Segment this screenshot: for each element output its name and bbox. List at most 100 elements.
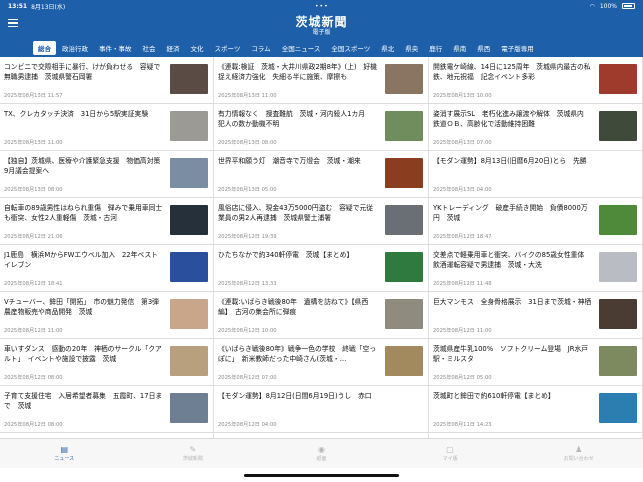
news-title: J1鹿島 横浜MからFWエウベル加入 22年ベストイレブン <box>4 251 158 269</box>
newspaper-icon: ▤ <box>60 445 69 454</box>
news-thumbnail <box>599 346 637 376</box>
status-right: ◠ 100% <box>590 3 635 10</box>
news-title: 自転車の89歳男性はねられ重傷 弾みで乗用車同士も衝突、女性2人重軽傷 茨城・古… <box>4 204 163 222</box>
tabbar-item-0[interactable]: ▤ ニュース <box>14 445 114 462</box>
news-date: 2025年08月12日 04:00 <box>218 422 277 428</box>
news-card[interactable]: ひたちなかで約340軒停電 茨城【まとめ】 2025年08月12日 13:33 <box>214 245 429 291</box>
news-date: 2025年08月13日 07:00 <box>433 140 492 146</box>
tabbar-item-3[interactable]: ▢ マイ版 <box>400 445 500 462</box>
tab-7[interactable]: コラム <box>246 41 275 55</box>
news-title: Vチューバー、鉾田「開拓」 市の魅力発信 第3弾 農産物販売や商品開発 茨城 <box>4 298 164 316</box>
news-title: 茨城県産牛乳100% ソフトクリーム登場 JR水戸駅・ミルスタ <box>433 345 589 363</box>
news-title: 《連載:いばらき戦後80年 遺構を訪ねて》【県西編】 古河の集会所に弾痕 <box>218 298 369 316</box>
tabbar-item-1[interactable]: ✎ 茨城新聞 <box>143 445 243 462</box>
tabbar-label: ニュース <box>54 456 75 462</box>
news-title: YKトレーディング 破産手続き開始 負債8000万円 茨城 <box>433 204 588 222</box>
news-card[interactable]: 《いばらき戦後80年》戦争一色の学校 終戦「空っぽに」 新米教師だった中崎さん(… <box>214 339 429 385</box>
tabbar-label: お問い合わせ <box>563 456 594 462</box>
tab-5[interactable]: 文化 <box>186 41 209 55</box>
tabbar-item-4[interactable]: ♟ お問い合わせ <box>529 445 629 462</box>
news-card[interactable]: 茨城町と鉾田で約610軒停電【まとめ】 2025年08月11日 14:23 <box>429 386 643 432</box>
news-title: TX、クレカタッチ決済 31日から5駅実証実験 <box>4 110 149 118</box>
news-title: 《連載:検証 茨城・大井川県政2期8年》(上) 好機捉え経済力強化 失細る半に施… <box>218 63 377 81</box>
news-card[interactable]: 有力情報なく 捜査難航 茨城・河内殺人1カ月 犯人の数か動機不明 2025年08月… <box>214 104 429 150</box>
tab-11[interactable]: 県央 <box>400 41 423 55</box>
news-card[interactable]: 自転車の89歳男性はねられ重傷 弾みで乗用車同士も衝突、女性2人重軽傷 茨城・古… <box>0 198 214 244</box>
news-card[interactable]: 世界平和願う灯 潮音寺で万燈会 茨城・潮来 2025年08月13日 05:00 <box>214 151 429 197</box>
tab-3[interactable]: 社会 <box>138 41 161 55</box>
news-card[interactable]: 《連載:いばらき戦後80年 遺構を訪ねて》【県西編】 古河の集会所に弾痕 2025… <box>214 292 429 338</box>
tab-8[interactable]: 全国ニュース <box>277 41 326 55</box>
news-date: 2025年08月13日 11:00 <box>218 93 277 99</box>
news-date: 2025年08月12日 21:06 <box>4 234 63 240</box>
news-thumbnail <box>170 393 208 423</box>
tabbar-item-2[interactable]: ◉ 紙面 <box>271 445 371 462</box>
news-card[interactable]: 開鉄電ケ崎線、14日に125周年 茨城県内最古の私鉄、地元祝福 記念イベント多彩… <box>429 57 643 103</box>
news-date: 2025年08月12日 18:47 <box>433 234 492 240</box>
news-card[interactable]: 《連載:検証 茨城・大井川県政2期8年》(上) 好機捉え経済力強化 失細る半に施… <box>214 57 429 103</box>
app-subtitle: 電子版 <box>312 29 331 36</box>
wifi-icon: ◠ <box>589 2 595 10</box>
news-thumbnail <box>599 111 637 141</box>
tab-1[interactable]: 政治行政 <box>57 41 93 55</box>
news-thumbnail <box>170 111 208 141</box>
battery-icon <box>622 3 635 9</box>
tab-15[interactable]: 電子版専用 <box>496 41 539 55</box>
news-date: 2025年08月13日 08:00 <box>218 140 277 146</box>
news-card[interactable]: 【モダン運勢】8月12日(日間6月19日)うし 赤口 2025年08月12日 04… <box>214 386 429 432</box>
tab-13[interactable]: 県南 <box>448 41 471 55</box>
news-title: 風俗店に侵入、現金43万5000円盗む 容疑で元従業員の男2人再逮捕 茨城県警土… <box>218 204 374 222</box>
logo-icon: ◉ <box>317 445 325 454</box>
news-title: 姿消す展示SL 老朽化進み譲渡や解体 茨城県内 鉄道ＯＢ、高齢化で活動維持困難 <box>433 110 591 128</box>
tabbar-label: マイ版 <box>442 456 458 462</box>
news-title: 世界平和願う灯 潮音寺で万燈会 茨城・潮来 <box>218 157 361 165</box>
news-card[interactable]: 風俗店に侵入、現金43万5000円盗む 容疑で元従業員の男2人再逮捕 茨城県警土… <box>214 198 429 244</box>
person-icon: ♟ <box>575 445 583 454</box>
news-title: 開鉄電ケ崎線、14日に125周年 茨城県内最古の私鉄、地元祝福 記念イベント多彩 <box>433 63 591 81</box>
news-card[interactable]: 姿消す展示SL 老朽化進み譲渡や解体 茨城県内 鉄道ＯＢ、高齢化で活動維持困難 2… <box>429 104 643 150</box>
news-date: 2025年08月12日 13:33 <box>218 281 277 287</box>
tab-14[interactable]: 県西 <box>472 41 495 55</box>
news-thumbnail <box>599 393 637 423</box>
paper-icon: ✎ <box>189 445 197 454</box>
tab-4[interactable]: 経済 <box>162 41 185 55</box>
news-date: 2025年08月12日 07:00 <box>218 375 277 381</box>
news-date: 2025年08月12日 18:41 <box>4 281 63 287</box>
bookmark-icon: ▢ <box>446 445 454 454</box>
news-card[interactable]: 【モダン運勢】8月13日(旧暦6月20日)とら 先勝 2025年08月13日 04… <box>429 151 643 197</box>
news-thumbnail <box>599 205 637 235</box>
news-card[interactable]: コンビニで交際相手に暴行、けが負わせる 容疑で無職男逮捕 茨城県警石岡署 2025… <box>0 57 214 103</box>
news-thumbnail <box>170 205 208 235</box>
news-thumbnail <box>385 205 423 235</box>
tab-10[interactable]: 県北 <box>376 41 399 55</box>
news-card[interactable]: 茨城県産牛乳100% ソフトクリーム登場 JR水戸駅・ミルスタ 2025年08月1… <box>429 339 643 385</box>
news-card[interactable]: J1鹿島 横浜MからFWエウベル加入 22年ベストイレブン 2025年08月12日… <box>0 245 214 291</box>
news-title: 【モダン運勢】8月12日(日間6月19日)うし 赤口 <box>218 392 372 400</box>
status-time: 13:51 <box>8 2 28 10</box>
news-card[interactable]: 交差点で軽乗用車と衝突、バイクの85歳女性重体 飲酒運転容疑で男逮捕 茨城・大洗… <box>429 245 643 291</box>
tab-0[interactable]: 総合 <box>33 40 56 55</box>
news-date: 2025年08月13日 05:00 <box>218 187 277 193</box>
status-date: 8月13日(水) <box>31 3 66 11</box>
news-card[interactable]: 車いすダンス 感動の20年 神栖のサークル「クアルト」 イベントや施設で披露 茨… <box>0 339 214 385</box>
news-thumbnail <box>170 64 208 94</box>
news-thumbnail <box>170 252 208 282</box>
news-thumbnail <box>385 111 423 141</box>
news-card[interactable]: 子育て支援住宅 入居希望者募集 五霞町、17日まで 茨城 2025年08月12日 … <box>0 386 214 432</box>
tab-9[interactable]: 全国スポーツ <box>326 41 375 55</box>
news-card[interactable]: Vチューバー、鉾田「開拓」 市の魅力発信 第3弾 農産物販売や商品開発 茨城 20… <box>0 292 214 338</box>
news-date: 2025年08月12日 05:00 <box>433 375 492 381</box>
news-card[interactable]: 巨大マンモス 全身骨格展示 31日まで茨城・神栖 2025年08月12日 11:0… <box>429 292 643 338</box>
news-thumbnail <box>599 64 637 94</box>
tab-12[interactable]: 鹿行 <box>424 41 447 55</box>
multitask-dots-icon[interactable]: ••• <box>315 3 329 10</box>
tab-2[interactable]: 事件・事故 <box>94 41 137 55</box>
tab-6[interactable]: スポーツ <box>210 41 246 55</box>
news-thumbnail <box>385 346 423 376</box>
news-card[interactable]: TX、クレカタッチ決済 31日から5駅実証実験 2025年08月13日 11:00 <box>0 104 214 150</box>
news-date: 2025年08月12日 19:39 <box>218 234 277 240</box>
news-date: 2025年08月12日 11:00 <box>433 328 492 334</box>
news-card[interactable]: 【独自】茨城県、医療や介護緊急支援 物価高対策 9月議会提案へ 2025年08月1… <box>0 151 214 197</box>
news-date: 2025年08月12日 08:00 <box>4 422 63 428</box>
news-card[interactable]: YKトレーディング 破産手続き開始 負債8000万円 茨城 2025年08月12日… <box>429 198 643 244</box>
